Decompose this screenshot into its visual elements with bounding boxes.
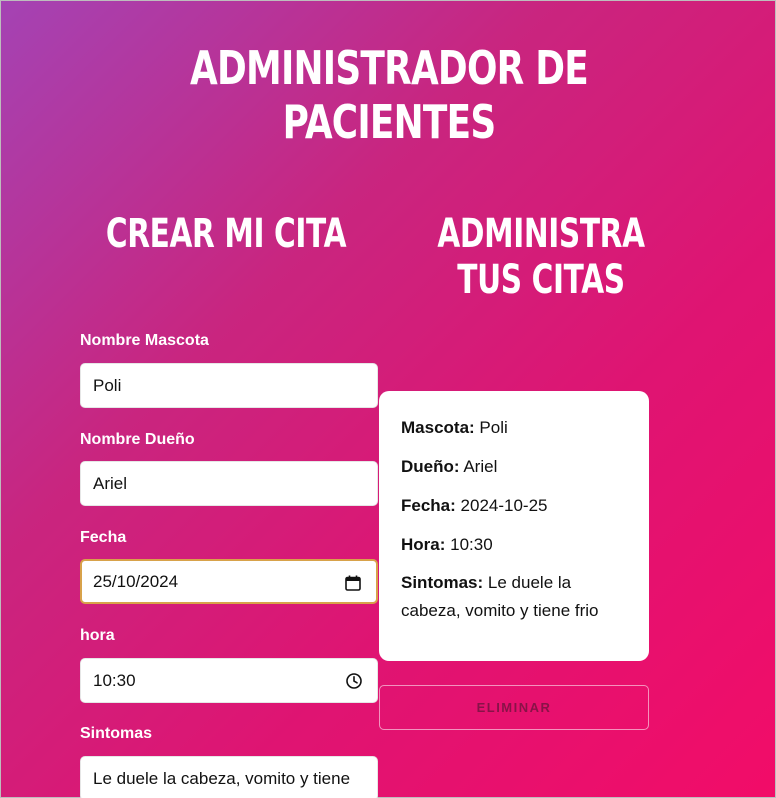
pet-name-label: Nombre Mascota xyxy=(80,332,209,349)
clock-icon[interactable] xyxy=(345,672,363,690)
date-value: 25/10/2024 xyxy=(93,572,179,591)
card-value-pet: Poli xyxy=(479,418,508,437)
appointment-card: Mascota: Poli Dueño: Ariel Fecha: 2024-1… xyxy=(379,391,649,661)
card-value-date: 2024-10-25 xyxy=(460,496,548,515)
symptoms-label: Sintomas xyxy=(80,725,153,742)
card-value-owner: Ariel xyxy=(463,457,498,476)
card-row-pet: Mascota: Poli xyxy=(401,417,627,439)
pet-name-value: Poli xyxy=(93,376,122,395)
calendar-icon[interactable] xyxy=(344,574,362,592)
card-key-owner: Dueño: xyxy=(401,457,460,476)
card-key-date: Fecha: xyxy=(401,496,456,515)
form-title: CREAR MI CITA xyxy=(105,211,347,257)
appointments-title: ADMINISTRA TUS CITAS xyxy=(437,211,645,303)
card-row-date: Fecha: 2024-10-25 xyxy=(401,495,627,517)
time-label: hora xyxy=(80,627,115,644)
pet-name-input[interactable]: Poli xyxy=(80,363,378,408)
card-key-symptoms: Sintomas: xyxy=(401,573,484,592)
card-key-pet: Mascota: xyxy=(401,418,475,437)
date-label: Fecha xyxy=(80,529,127,546)
owner-name-label: Nombre Dueño xyxy=(80,431,195,448)
time-input[interactable]: 10:30 xyxy=(80,658,378,703)
card-value-time: 10:30 xyxy=(450,535,493,554)
time-value: 10:30 xyxy=(93,671,136,690)
delete-button[interactable]: ELIMINAR xyxy=(379,685,649,730)
app-title: ADMINISTRADOR DE PACIENTES xyxy=(190,41,589,149)
card-key-time: Hora: xyxy=(401,535,446,554)
symptoms-value: Le duele la cabeza, vomito y tiene xyxy=(93,769,351,788)
owner-name-value: Ariel xyxy=(93,474,128,493)
symptoms-textarea[interactable]: Le duele la cabeza, vomito y tiene xyxy=(80,756,378,798)
owner-name-input[interactable]: Ariel xyxy=(80,461,378,506)
card-row-time: Hora: 10:30 xyxy=(401,534,627,556)
date-input[interactable]: 25/10/2024 xyxy=(80,559,378,604)
card-row-symptoms: Sintomas: Le duele la cabeza, vomito y t… xyxy=(401,569,627,625)
card-row-owner: Dueño: Ariel xyxy=(401,456,627,478)
